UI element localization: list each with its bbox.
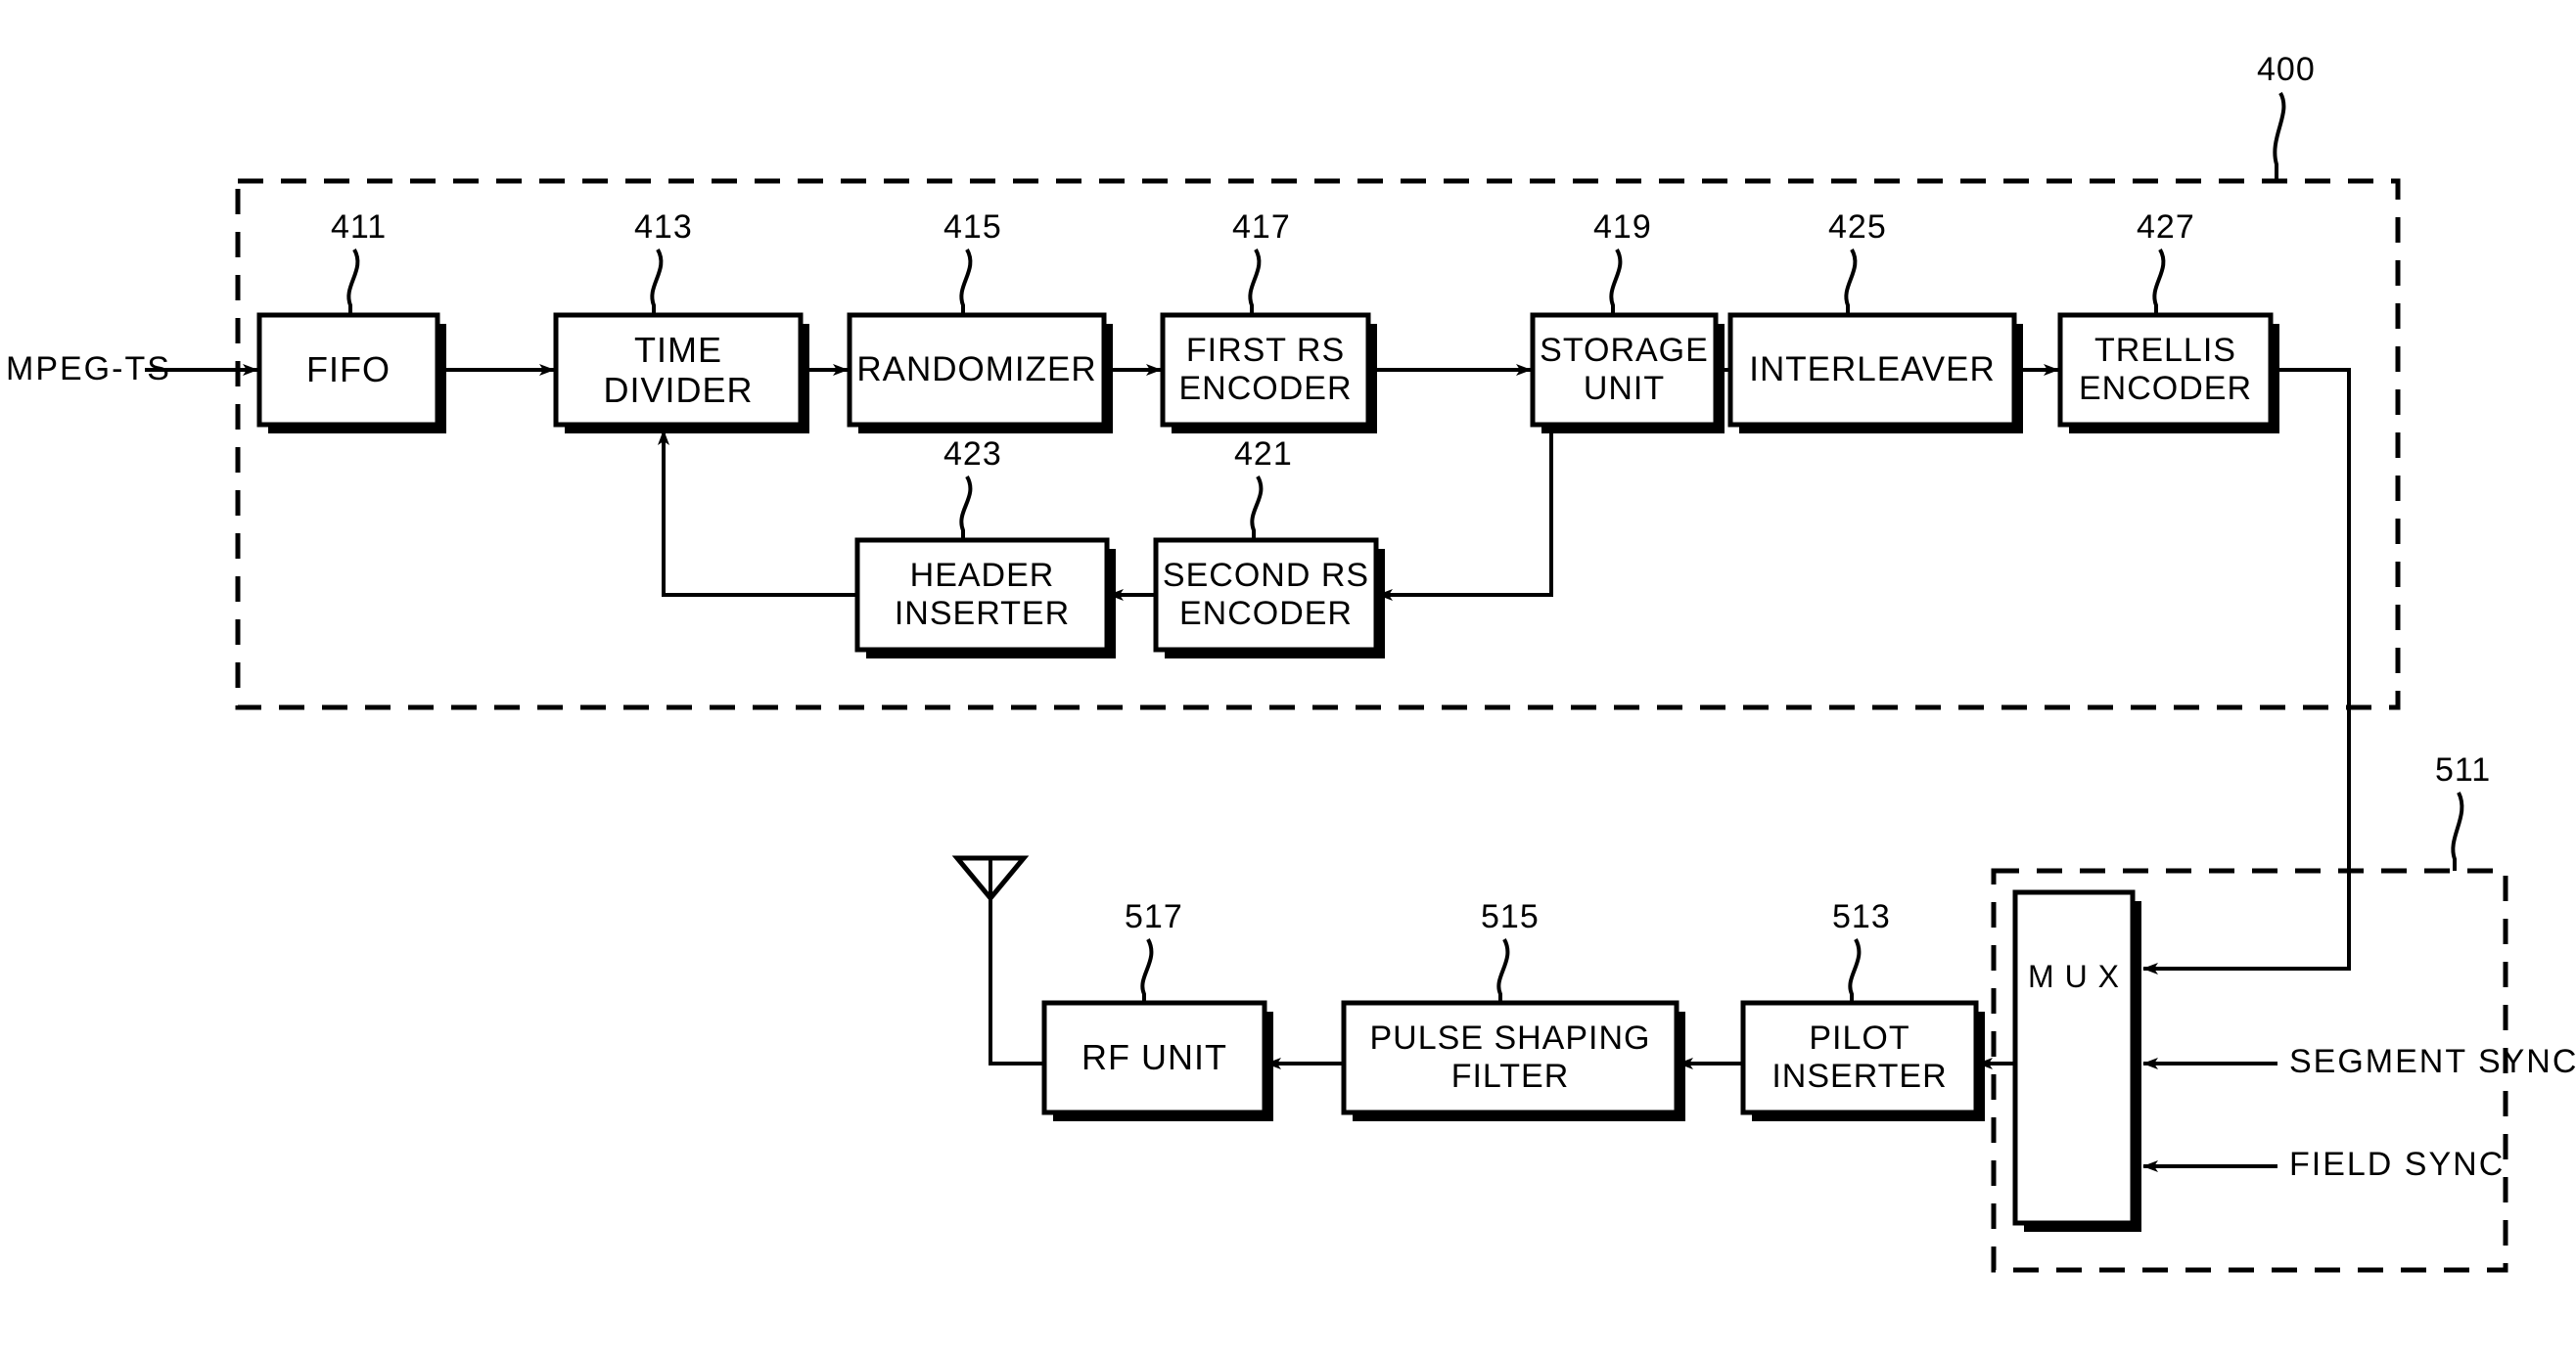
ref-numeral-513: 513 [1832,898,1891,935]
block-time-divider [553,312,804,428]
block-randomizer [847,312,1107,428]
ref-numeral-427: 427 [2137,208,2195,246]
block-rf-unit [1041,1000,1267,1115]
input-signal-label: MPEG-TS [6,350,171,387]
path-trellis-to-mux [2142,368,2351,975]
ref-numeral-411: 411 [331,208,388,246]
ref-numeral-400: 400 [2257,51,2316,88]
block-interleaver [1727,312,2017,428]
block-label-mux: M U X [2028,959,2120,994]
path-storage-to-second-rs [1377,425,1553,601]
path-header-inserter-to-time-divider [658,430,855,597]
ref-numeral-515: 515 [1481,898,1540,935]
diagram-vector-layer [145,92,2508,1273]
block-second-rs-encoder [1153,537,1379,653]
block-trellis-encoder [2057,312,2274,428]
antenna-icon [951,855,1030,902]
path-rf-unit-to-antenna [989,898,1042,1065]
block-mux [2012,889,2136,1226]
block-fifo [256,312,440,428]
ref-numeral-421: 421 [1234,435,1293,473]
ref-numeral-423: 423 [943,435,1002,473]
block-header-inserter [854,537,1110,653]
signal-label-field-sync: FIELD SYNC [2289,1146,2506,1183]
ref-numeral-415: 415 [943,208,1002,246]
ref-numeral-417: 417 [1232,208,1291,246]
block-pilot-inserter [1740,1000,1979,1115]
ref-numeral-419: 419 [1593,208,1652,246]
ref-numeral-517: 517 [1125,898,1183,935]
ref-numeral-511: 511 [2435,751,2492,789]
signal-label-segment-sync: SEGMENT SYNC [2289,1043,2576,1080]
block-pulse-shaping-filter [1341,1000,1679,1115]
block-storage-unit [1530,312,1719,428]
block-first-rs-encoder [1160,312,1371,428]
ref-numeral-413: 413 [634,208,693,246]
figure-canvas: MPEG-TS FIFO TIME DIVIDER RANDOMIZER FIR… [0,0,2576,1360]
ref-numeral-425: 425 [1828,208,1887,246]
